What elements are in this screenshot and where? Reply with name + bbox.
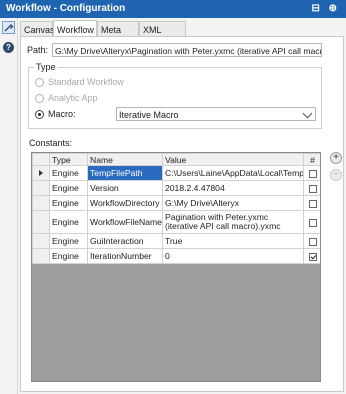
table-row[interactable]: Engine IterationNumber 0 xyxy=(32,248,320,264)
wrench-icon[interactable] xyxy=(2,21,15,34)
tab-xml-view[interactable]: XML View xyxy=(139,21,186,45)
cell-name[interactable]: TempFilePath xyxy=(87,165,163,181)
cell-name[interactable]: IterationNumber xyxy=(87,248,163,264)
cell-name[interactable]: GuiInteraction xyxy=(87,233,163,249)
chevron-down-icon xyxy=(302,108,313,119)
title-bar: Workflow - Configuration ⊟ ⊕ xyxy=(0,0,346,18)
cell-numeric xyxy=(303,233,320,249)
column-header-type[interactable]: Type xyxy=(49,153,88,166)
cell-value[interactable]: G:\My Drive\Alteryx xyxy=(162,195,304,211)
row-selector[interactable] xyxy=(32,233,50,249)
numeric-checkbox[interactable] xyxy=(308,169,317,178)
column-header-numeric[interactable]: # xyxy=(303,153,320,166)
table-row[interactable]: Engine TempFilePath C:\Users\Laine\AppDa… xyxy=(32,165,320,181)
cell-type[interactable]: Engine xyxy=(49,248,88,264)
numeric-checkbox[interactable] xyxy=(308,199,317,208)
cell-numeric xyxy=(303,195,320,211)
table-row[interactable]: Engine GuiInteraction True xyxy=(32,233,320,249)
cell-numeric xyxy=(303,210,320,234)
table-row[interactable]: Engine WorkflowFileName Pagination with … xyxy=(32,210,320,234)
numeric-checkbox[interactable] xyxy=(308,218,317,227)
left-toolstrip: ? xyxy=(0,18,18,394)
cell-type[interactable]: Engine xyxy=(49,165,88,181)
column-header-name[interactable]: Name xyxy=(87,153,163,166)
cell-numeric xyxy=(303,248,320,264)
numeric-checkbox[interactable] xyxy=(308,184,317,193)
cell-name[interactable]: WorkflowDirectory xyxy=(87,195,163,211)
cell-value[interactable]: C:\Users\Laine\AppData\Local\Temp\ xyxy=(162,165,304,181)
row-selector[interactable] xyxy=(32,210,50,234)
radio-macro[interactable] xyxy=(35,110,44,119)
constants-grid: Type Name Value # Engine TempFilePath C:… xyxy=(31,152,321,382)
type-legend: Type xyxy=(34,62,58,72)
radio-standard-workflow-label: Standard Workflow xyxy=(48,77,124,87)
row-header-corner xyxy=(32,153,50,166)
numeric-checkbox[interactable] xyxy=(308,237,317,246)
radio-analytic-app-label: Analytic App xyxy=(48,93,98,103)
constants-table: Type Name Value # Engine TempFilePath C:… xyxy=(32,153,320,264)
tab-workflow[interactable]: Workflow xyxy=(53,20,97,37)
tab-canvas[interactable]: Canvas xyxy=(20,21,55,36)
cell-value[interactable]: True xyxy=(162,233,304,249)
cell-type[interactable]: Engine xyxy=(49,210,88,234)
table-row[interactable]: Engine Version 2018.2.4.47804 xyxy=(32,180,320,196)
cell-value[interactable]: 2018.2.4.47804 xyxy=(162,180,304,196)
cell-type[interactable]: Engine xyxy=(49,180,88,196)
path-label: Path: xyxy=(27,45,49,55)
cell-type[interactable]: Engine xyxy=(49,195,88,211)
radio-analytic-app[interactable] xyxy=(35,94,44,103)
cell-value[interactable]: Pagination with Peter.yxmc (iterative AP… xyxy=(162,210,304,234)
table-row[interactable]: Engine WorkflowDirectory G:\My Drive\Alt… xyxy=(32,195,320,211)
cell-type[interactable]: Engine xyxy=(49,233,88,249)
row-selector[interactable] xyxy=(32,248,50,264)
macro-type-select[interactable]: Iterative Macro xyxy=(116,107,316,121)
numeric-checkbox-checked[interactable] xyxy=(308,252,317,261)
add-constant-button[interactable]: + xyxy=(330,152,342,164)
constants-label: Constants: xyxy=(29,138,73,148)
radio-macro-label: Macro: xyxy=(48,109,76,119)
cell-numeric xyxy=(303,165,320,181)
help-icon[interactable]: ? xyxy=(3,42,14,53)
row-selector-arrow-icon[interactable] xyxy=(32,165,50,181)
cell-value[interactable]: 0 xyxy=(162,248,304,264)
remove-constant-button[interactable]: − xyxy=(330,169,342,181)
radio-standard-workflow[interactable] xyxy=(35,78,44,87)
pin-icon[interactable]: ⊟ ⊕ xyxy=(311,3,340,14)
macro-type-value: Iterative Macro xyxy=(119,110,179,120)
window-title: Workflow - Configuration xyxy=(6,3,126,14)
row-selector[interactable] xyxy=(32,180,50,196)
cell-numeric xyxy=(303,180,320,196)
column-header-value[interactable]: Value xyxy=(162,153,304,166)
row-selector[interactable] xyxy=(32,195,50,211)
cell-name[interactable]: WorkflowFileName xyxy=(87,210,163,234)
tab-meta-info[interactable]: Meta Info xyxy=(97,21,139,45)
table-header-row: Type Name Value # xyxy=(32,153,320,166)
cell-name[interactable]: Version xyxy=(87,180,163,196)
path-field[interactable]: G:\My Drive\Alteryx\Pagination with Pete… xyxy=(52,43,322,57)
